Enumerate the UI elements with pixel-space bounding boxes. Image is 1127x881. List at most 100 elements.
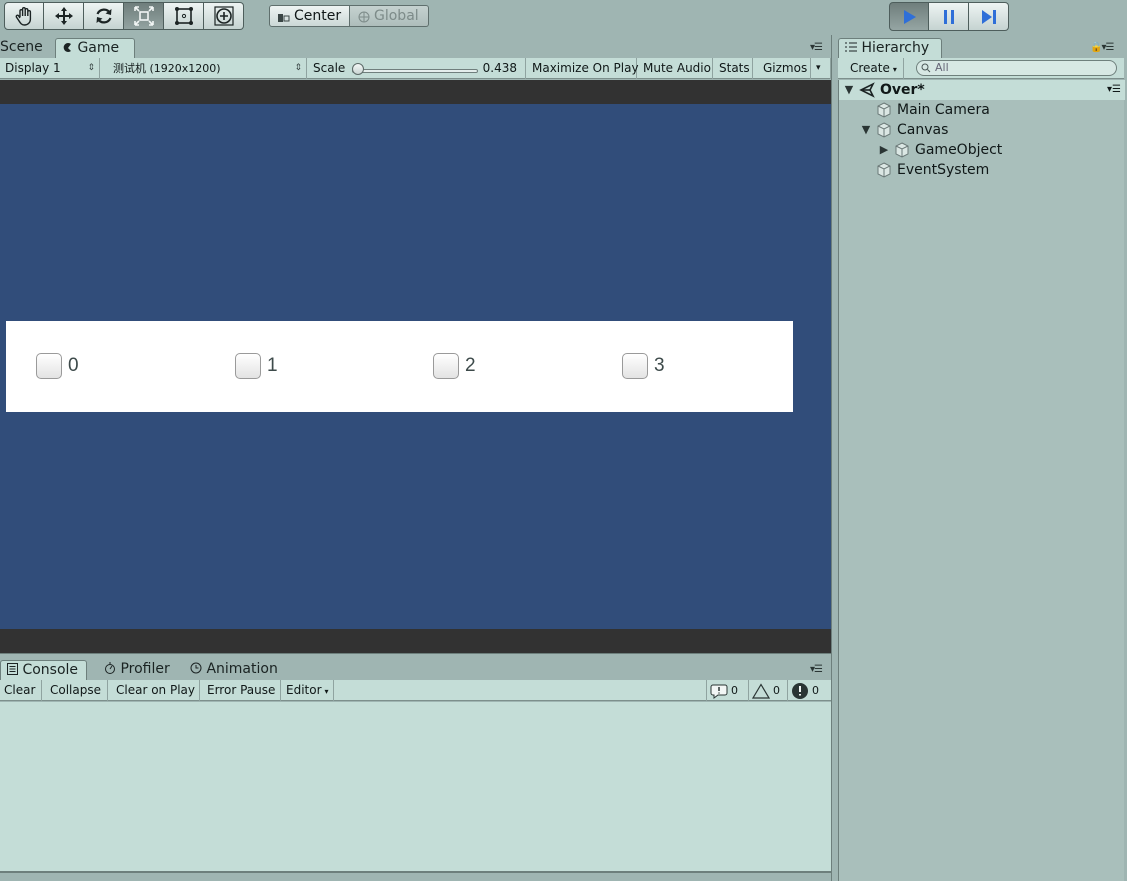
tab-animation[interactable]: Animation [184, 660, 284, 680]
gameobject-cube-icon [877, 162, 891, 178]
error-icon [792, 682, 808, 699]
console-toolbar: Clear Collapse Clear on Play Error Pause… [0, 680, 831, 701]
pivot-icon [278, 11, 290, 22]
transform-tool-icon [213, 6, 234, 26]
move-tool-button[interactable] [44, 2, 84, 30]
hierarchy-item-main-camera[interactable]: Main Camera [876, 100, 990, 120]
warning-icon [752, 682, 770, 699]
step-button[interactable] [969, 2, 1009, 31]
pivot-center-button[interactable]: Center [269, 5, 350, 27]
updown-icon: ⇕ [294, 63, 302, 73]
warning-count-toggle[interactable]: 0 [748, 680, 783, 701]
expand-arrow-icon[interactable]: ▼ [861, 120, 871, 140]
scale-tool-button[interactable] [124, 2, 164, 30]
collapsed-arrow-icon[interactable]: ▶ [879, 140, 889, 160]
profiler-icon [105, 662, 115, 674]
toggle-label: 2 [465, 355, 476, 376]
search-placeholder: All [935, 61, 949, 74]
error-count: 0 [812, 684, 819, 697]
expand-arrow-icon[interactable]: ▼ [844, 80, 854, 100]
create-dropdown[interactable]: Create ▾ [844, 58, 904, 79]
gizmos-toggle[interactable]: Gizmos [758, 58, 811, 79]
toggle-3[interactable]: 3 [622, 353, 665, 379]
hierarchy-item-canvas[interactable]: ▼ Canvas [861, 120, 949, 140]
tab-console-label: Console [22, 662, 79, 678]
item-label: GameObject [915, 142, 1003, 158]
play-controls [889, 2, 1009, 31]
tab-hierarchy-label: Hierarchy [861, 40, 930, 56]
scene-name: Over* [880, 82, 925, 98]
transform-tool-button[interactable] [204, 2, 244, 30]
toggle-checkbox[interactable] [433, 353, 459, 379]
stats-toggle[interactable]: Stats [714, 58, 753, 79]
item-label: Main Camera [897, 102, 990, 118]
create-label: Create [850, 61, 890, 75]
lock-and-menu-icon[interactable]: 🔒▾☰ [1090, 43, 1124, 53]
toggle-panel: 0 1 2 3 [6, 321, 793, 412]
scale-value: 0.438 [482, 61, 517, 75]
panel-menu-icon[interactable]: ▾☰ [810, 665, 828, 675]
game-canvas[interactable]: 0 1 2 3 [0, 104, 831, 629]
play-button[interactable] [889, 2, 929, 31]
play-icon [904, 9, 916, 24]
hierarchy-tree: ▼ Over* ▾☰ Main Camera ▼ Canvas ▶ GameOb… [838, 80, 1125, 881]
tab-game[interactable]: Game [55, 38, 135, 58]
hierarchy-panel-tabstrip: Hierarchy 🔒▾☰ [838, 35, 1127, 58]
tab-hierarchy[interactable]: Hierarchy [838, 38, 942, 58]
tab-game-label: Game [77, 40, 120, 56]
step-icon [981, 9, 996, 24]
item-label: EventSystem [897, 162, 990, 178]
hierarchy-item-gameobject[interactable]: ▶ GameObject [879, 140, 1003, 160]
tab-profiler-label: Profiler [120, 661, 170, 677]
scale-slider-track[interactable] [352, 69, 478, 73]
toggle-checkbox[interactable] [235, 353, 261, 379]
panel-menu-icon[interactable]: ▾☰ [810, 43, 828, 53]
hierarchy-icon [845, 42, 857, 52]
hand-icon [15, 7, 32, 26]
vertical-splitter[interactable] [831, 35, 838, 881]
toggle-checkbox[interactable] [36, 353, 62, 379]
display-label: Display 1 [5, 61, 61, 75]
tab-profiler[interactable]: Profiler [98, 660, 176, 680]
toggle-2[interactable]: 2 [433, 353, 476, 379]
hierarchy-item-eventsystem[interactable]: EventSystem [876, 160, 989, 180]
clear-button[interactable]: Clear [0, 680, 42, 701]
pivot-global-button[interactable]: Global [350, 5, 429, 27]
toggle-label: 0 [68, 355, 79, 376]
console-icon [7, 663, 18, 675]
toggle-checkbox[interactable] [622, 353, 648, 379]
tab-scene[interactable]: Scene [0, 38, 49, 58]
pivot-global-label: Global [374, 8, 419, 24]
maximize-on-play-toggle[interactable]: Maximize On Play [527, 58, 639, 79]
display-dropdown[interactable]: Display 1 ⇕ [0, 58, 100, 79]
mute-audio-toggle[interactable]: Mute Audio [638, 58, 713, 79]
gizmos-dropdown-arrow[interactable]: ▾ [811, 58, 831, 79]
error-pause-toggle[interactable]: Error Pause [203, 680, 281, 701]
gameobject-cube-icon [877, 102, 891, 118]
collapse-toggle[interactable]: Collapse [46, 680, 108, 701]
rect-tool-button[interactable] [164, 2, 204, 30]
animation-icon [190, 662, 202, 674]
toggle-1[interactable]: 1 [235, 353, 278, 379]
game-view: 0 1 2 3 [0, 80, 831, 653]
console-log-area[interactable] [0, 702, 831, 873]
warning-count: 0 [773, 684, 780, 697]
hand-tool-button[interactable] [4, 2, 44, 30]
scene-row[interactable]: ▼ Over* ▾☰ [839, 80, 1125, 100]
tab-console[interactable]: Console [0, 660, 87, 680]
rotate-tool-button[interactable] [84, 2, 124, 30]
pause-button[interactable] [929, 2, 969, 31]
gameobject-cube-icon [895, 142, 909, 158]
clear-on-play-toggle[interactable]: Clear on Play [112, 680, 200, 701]
hierarchy-toolbar: Create ▾ All [838, 58, 1124, 79]
error-count-toggle[interactable]: 0 [787, 680, 825, 701]
resolution-dropdown[interactable]: 测试机 (1920x1200) ⇕ [108, 58, 307, 79]
gameobject-cube-icon [877, 122, 891, 138]
editor-label: Editor [286, 683, 322, 697]
toggle-0[interactable]: 0 [36, 353, 79, 379]
editor-dropdown[interactable]: Editor ▾ [282, 680, 334, 701]
scene-menu-icon[interactable]: ▾☰ [1107, 80, 1121, 100]
transform-tools [4, 2, 244, 30]
hierarchy-search-input[interactable]: All [916, 60, 1117, 76]
info-count-toggle[interactable]: 0 [706, 680, 741, 701]
